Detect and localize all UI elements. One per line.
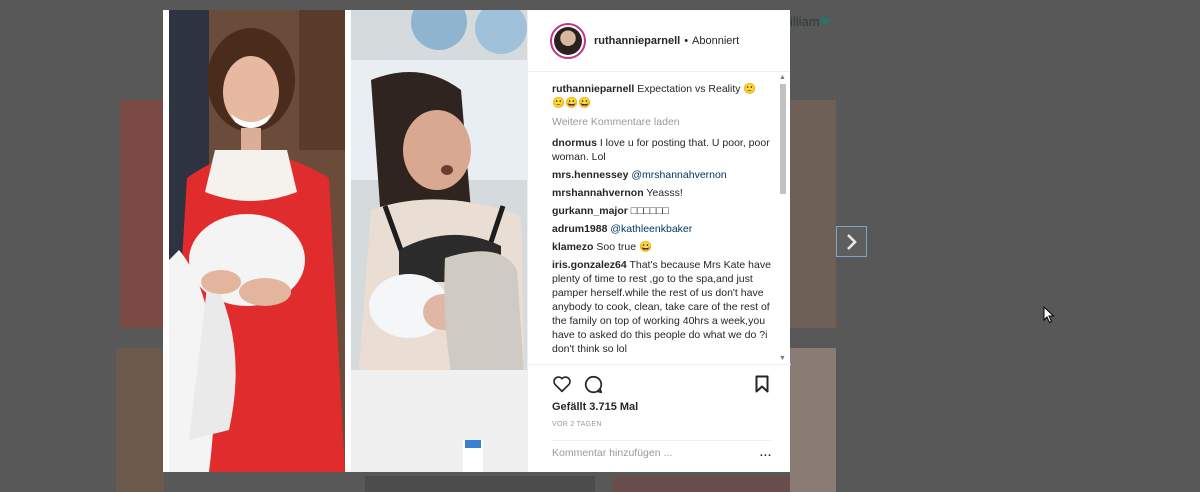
next-post-button[interactable]: [836, 226, 867, 257]
heart-outline-icon[interactable]: [552, 375, 572, 393]
comment-username-link[interactable]: iris.gonzalez64: [552, 259, 627, 271]
caption-emojis: 🙂😀😀: [552, 97, 592, 109]
follow-status-button[interactable]: Abonniert: [692, 35, 739, 47]
likes-count[interactable]: Gefällt 3.715 Mal: [552, 401, 769, 413]
background-username-fragment: illiam❤: [790, 14, 831, 30]
feed-thumbnail[interactable]: [116, 348, 164, 492]
comment-input[interactable]: Kommentar hinzufügen ...: [552, 447, 672, 459]
post-header: ruthannieparnell • Abonniert: [528, 10, 790, 72]
comment-username-link[interactable]: klamezo: [552, 241, 593, 253]
more-options-button[interactable]: ...: [760, 447, 772, 459]
chevron-right-icon: [846, 233, 857, 250]
comment-text: Soo true 😀: [596, 241, 653, 253]
load-more-comments-button[interactable]: Weitere Kommentare laden: [552, 116, 775, 128]
heart-icon: ❤: [819, 14, 831, 29]
expectation-photo: [169, 10, 345, 472]
reality-photo: [351, 10, 527, 472]
feed-thumbnail[interactable]: [365, 476, 595, 492]
comment-username-link[interactable]: gurkann_major: [552, 205, 628, 217]
post-details-panel: ruthannieparnell • Abonniert ruthanniepa…: [527, 10, 791, 472]
bookmark-icon[interactable]: [755, 375, 769, 393]
comment-username-link[interactable]: mrshannahvernon: [552, 187, 644, 199]
comment-item: mrshannahvernon Yeasss!: [552, 186, 775, 200]
mention-link[interactable]: @kathleenkbaker: [610, 223, 692, 235]
post-timestamp: VOR 2 TAGEN: [552, 421, 602, 428]
comment-item: gurkann_major □□□□□□: [552, 204, 775, 218]
separator-dot: •: [684, 34, 689, 47]
feed-thumbnail[interactable]: [120, 100, 164, 328]
comments-list[interactable]: ruthannieparnell Expectation vs Reality …: [528, 72, 791, 364]
comment-item: klamezo Soo true 😀: [552, 240, 775, 254]
scrollbar-thumb[interactable]: [780, 84, 786, 194]
comment-text: □□□□□□: [630, 205, 669, 217]
caption: ruthannieparnell Expectation vs Reality …: [552, 82, 775, 110]
post-username-link[interactable]: ruthannieparnell: [594, 35, 680, 47]
comment-item: mrs.hennessey @mrshannahvernon: [552, 168, 775, 182]
caption-text: Expectation vs Reality 🙂: [637, 83, 757, 95]
comment-username-link[interactable]: dnormus: [552, 137, 597, 149]
avatar[interactable]: [550, 22, 586, 59]
feed-thumbnail[interactable]: [790, 348, 836, 492]
add-comment-bar: Kommentar hinzufügen ... ...: [552, 440, 772, 464]
comment-item: adrum1988 @kathleenkbaker: [552, 222, 775, 236]
comment-bubble-icon[interactable]: [584, 375, 603, 394]
scroll-down-icon[interactable]: ▼: [779, 355, 786, 362]
comment-text: Yeasss!: [646, 187, 683, 199]
caption-username-link[interactable]: ruthannieparnell: [552, 83, 634, 95]
scroll-up-icon[interactable]: ▲: [779, 74, 786, 81]
comment-username-link[interactable]: mrs.hennessey: [552, 169, 628, 181]
comments-scrollbar[interactable]: ▲ ▼: [778, 74, 788, 362]
comment-item: iris.gonzalez64 That's because Mrs Kate …: [552, 258, 775, 356]
mouse-cursor-icon: [1043, 306, 1055, 324]
comment-item: dnormus I love u for posting that. U poo…: [552, 136, 775, 164]
background-side-text: illiam: [790, 14, 820, 29]
feed-thumbnail[interactable]: [790, 100, 836, 328]
comment-text: That's because Mrs Kate have plenty of t…: [552, 259, 771, 355]
post-media[interactable]: [163, 10, 527, 472]
comment-username-link[interactable]: adrum1988: [552, 223, 607, 235]
mention-link[interactable]: @mrshannahvernon: [631, 169, 726, 181]
post-modal: ruthannieparnell • Abonniert ruthanniepa…: [163, 10, 791, 472]
